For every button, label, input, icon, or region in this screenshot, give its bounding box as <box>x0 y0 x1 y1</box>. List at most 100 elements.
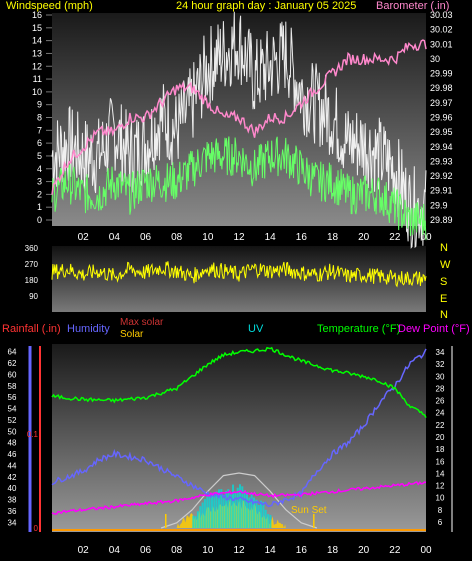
temp-y-tick-12: 30 <box>436 372 445 381</box>
direction-y-tick-1: 180 <box>25 276 39 285</box>
wind-y-tick-16: 16 <box>32 10 42 20</box>
wind-x-tick-2: 06 <box>140 232 152 243</box>
humidity-y-tick-5: 44 <box>8 461 17 470</box>
uv-bar-1350 <box>262 501 265 528</box>
wind-y-tick-2: 2 <box>37 189 42 199</box>
baro-y-tick-12: 30.01 <box>430 39 453 49</box>
wind-x-tick-0: 02 <box>78 232 90 243</box>
humidity-y-tick-3: 40 <box>8 484 17 493</box>
temp-x-tick-7: 16 <box>296 545 308 556</box>
baro-y-tick-14: 30.03 <box>430 10 453 20</box>
humidity-y-tick-6: 46 <box>8 450 17 459</box>
temp-x-tick-10: 22 <box>389 545 401 556</box>
uv-bar-975 <box>203 499 206 528</box>
temp-x-tick-9: 20 <box>358 545 370 556</box>
temp-y-tick-3: 12 <box>436 482 445 491</box>
wind-y-tick-9: 9 <box>37 100 42 110</box>
uv-bar-1155 <box>232 484 234 528</box>
wind-x-tick-4: 10 <box>202 232 214 243</box>
baro-y-tick-4: 29.93 <box>430 156 453 166</box>
humidity-y-tick-2: 38 <box>8 496 17 505</box>
temp-y-tick-11: 28 <box>436 384 445 393</box>
baro-y-tick-13: 30.02 <box>430 25 453 35</box>
weather-graph-page: Windspeed (mph) 24 hour graph day : Janu… <box>0 0 472 561</box>
uv-bar-1395 <box>269 514 272 528</box>
temp-x-tick-2: 06 <box>140 545 152 556</box>
temp-x-tick-11: 00 <box>420 545 432 556</box>
wind-y-tick-14: 14 <box>32 36 42 46</box>
humidity-y-tick-8: 50 <box>8 427 17 436</box>
baro-y-tick-8: 29.97 <box>430 98 453 108</box>
temp-x-tick-5: 12 <box>233 545 245 556</box>
temp-y-tick-13: 32 <box>436 360 445 369</box>
temp-y-tick-1: 8 <box>438 506 443 515</box>
uv-bar-960 <box>201 502 204 528</box>
temp-y-tick-2: 10 <box>436 494 445 503</box>
temp-x-tick-4: 10 <box>202 545 214 556</box>
humidity-y-tick-9: 52 <box>8 416 17 425</box>
temp-x-tick-1: 04 <box>109 545 121 556</box>
wind-y-tick-7: 7 <box>37 125 42 135</box>
wind-x-tick-7: 16 <box>296 232 308 243</box>
temp-y-tick-5: 16 <box>436 457 445 466</box>
baro-y-tick-6: 29.95 <box>430 127 453 137</box>
uv-bar-1125 <box>227 489 230 528</box>
wind-y-tick-15: 15 <box>32 23 42 33</box>
wind-y-tick-8: 8 <box>37 113 42 123</box>
temp-x-tick-8: 18 <box>327 545 339 556</box>
humidity-y-tick-13: 60 <box>8 370 17 379</box>
wind-y-tick-5: 5 <box>37 151 42 161</box>
rain-y-tick-0: 0.1 <box>27 430 39 439</box>
uv-bar-1380 <box>267 514 270 528</box>
weather-chart-svg: 01234567891011121314151629.8929.929.9129… <box>8 10 453 556</box>
wind-y-tick-10: 10 <box>32 87 42 97</box>
uv-bar-945 <box>199 506 202 528</box>
rain-y-tick-1: 0 <box>34 524 39 533</box>
temp-y-tick-4: 14 <box>436 469 445 478</box>
wind-x-tick-1: 04 <box>109 232 121 243</box>
sunset-annotation: Sun Set <box>291 505 327 516</box>
wind-y-tick-13: 13 <box>32 48 42 58</box>
baro-y-tick-11: 30 <box>430 54 440 64</box>
uv-bar-1365 <box>264 509 267 528</box>
baro-y-tick-1: 29.9 <box>430 200 448 210</box>
uv-bar-1185 <box>236 487 239 528</box>
temp-y-tick-6: 18 <box>436 445 445 454</box>
wind-y-tick-1: 1 <box>37 202 42 212</box>
direction-y-tick-2: 270 <box>25 260 39 269</box>
direction-y-tick-3: 360 <box>25 244 39 253</box>
humidity-y-tick-0: 34 <box>8 518 17 527</box>
temp-x-tick-6: 14 <box>265 545 277 556</box>
baro-y-tick-10: 29.99 <box>430 69 453 79</box>
uv-bar-990 <box>206 496 209 528</box>
uv-bar-930 <box>196 511 199 528</box>
temp-y-tick-7: 20 <box>436 433 445 442</box>
baro-y-tick-9: 29.98 <box>430 83 453 93</box>
wind-y-tick-3: 3 <box>37 177 42 187</box>
uv-bar-1035 <box>213 496 216 528</box>
temp-y-tick-9: 24 <box>436 409 445 418</box>
wind-y-tick-6: 6 <box>37 138 42 148</box>
humidity-y-tick-15: 64 <box>8 348 17 357</box>
uv-bar-1005 <box>208 493 211 528</box>
wind-x-tick-8: 18 <box>327 232 339 243</box>
humidity-y-tick-11: 56 <box>8 393 17 402</box>
uv-bar-900 <box>192 515 195 528</box>
wind-x-tick-3: 08 <box>171 232 183 243</box>
wind-y-tick-11: 11 <box>33 74 42 84</box>
humidity-y-tick-12: 58 <box>8 382 17 391</box>
wind-y-tick-4: 4 <box>37 164 42 174</box>
direction-y-tick-0: 90 <box>29 292 38 301</box>
uv-bar-1230 <box>243 490 246 528</box>
uv-bar-915 <box>194 516 197 528</box>
baro-y-tick-7: 29.96 <box>430 113 453 123</box>
uv-bar-1095 <box>222 495 225 528</box>
baro-y-tick-0: 29.89 <box>430 215 453 225</box>
temp-y-tick-10: 26 <box>436 397 445 406</box>
wind-x-tick-9: 20 <box>358 232 370 243</box>
wind-x-tick-10: 22 <box>389 232 401 243</box>
temp-x-tick-3: 08 <box>171 545 183 556</box>
uv-bar-1245 <box>246 491 248 528</box>
humidity-y-tick-1: 36 <box>8 507 17 516</box>
uv-bar-1050 <box>215 491 218 528</box>
